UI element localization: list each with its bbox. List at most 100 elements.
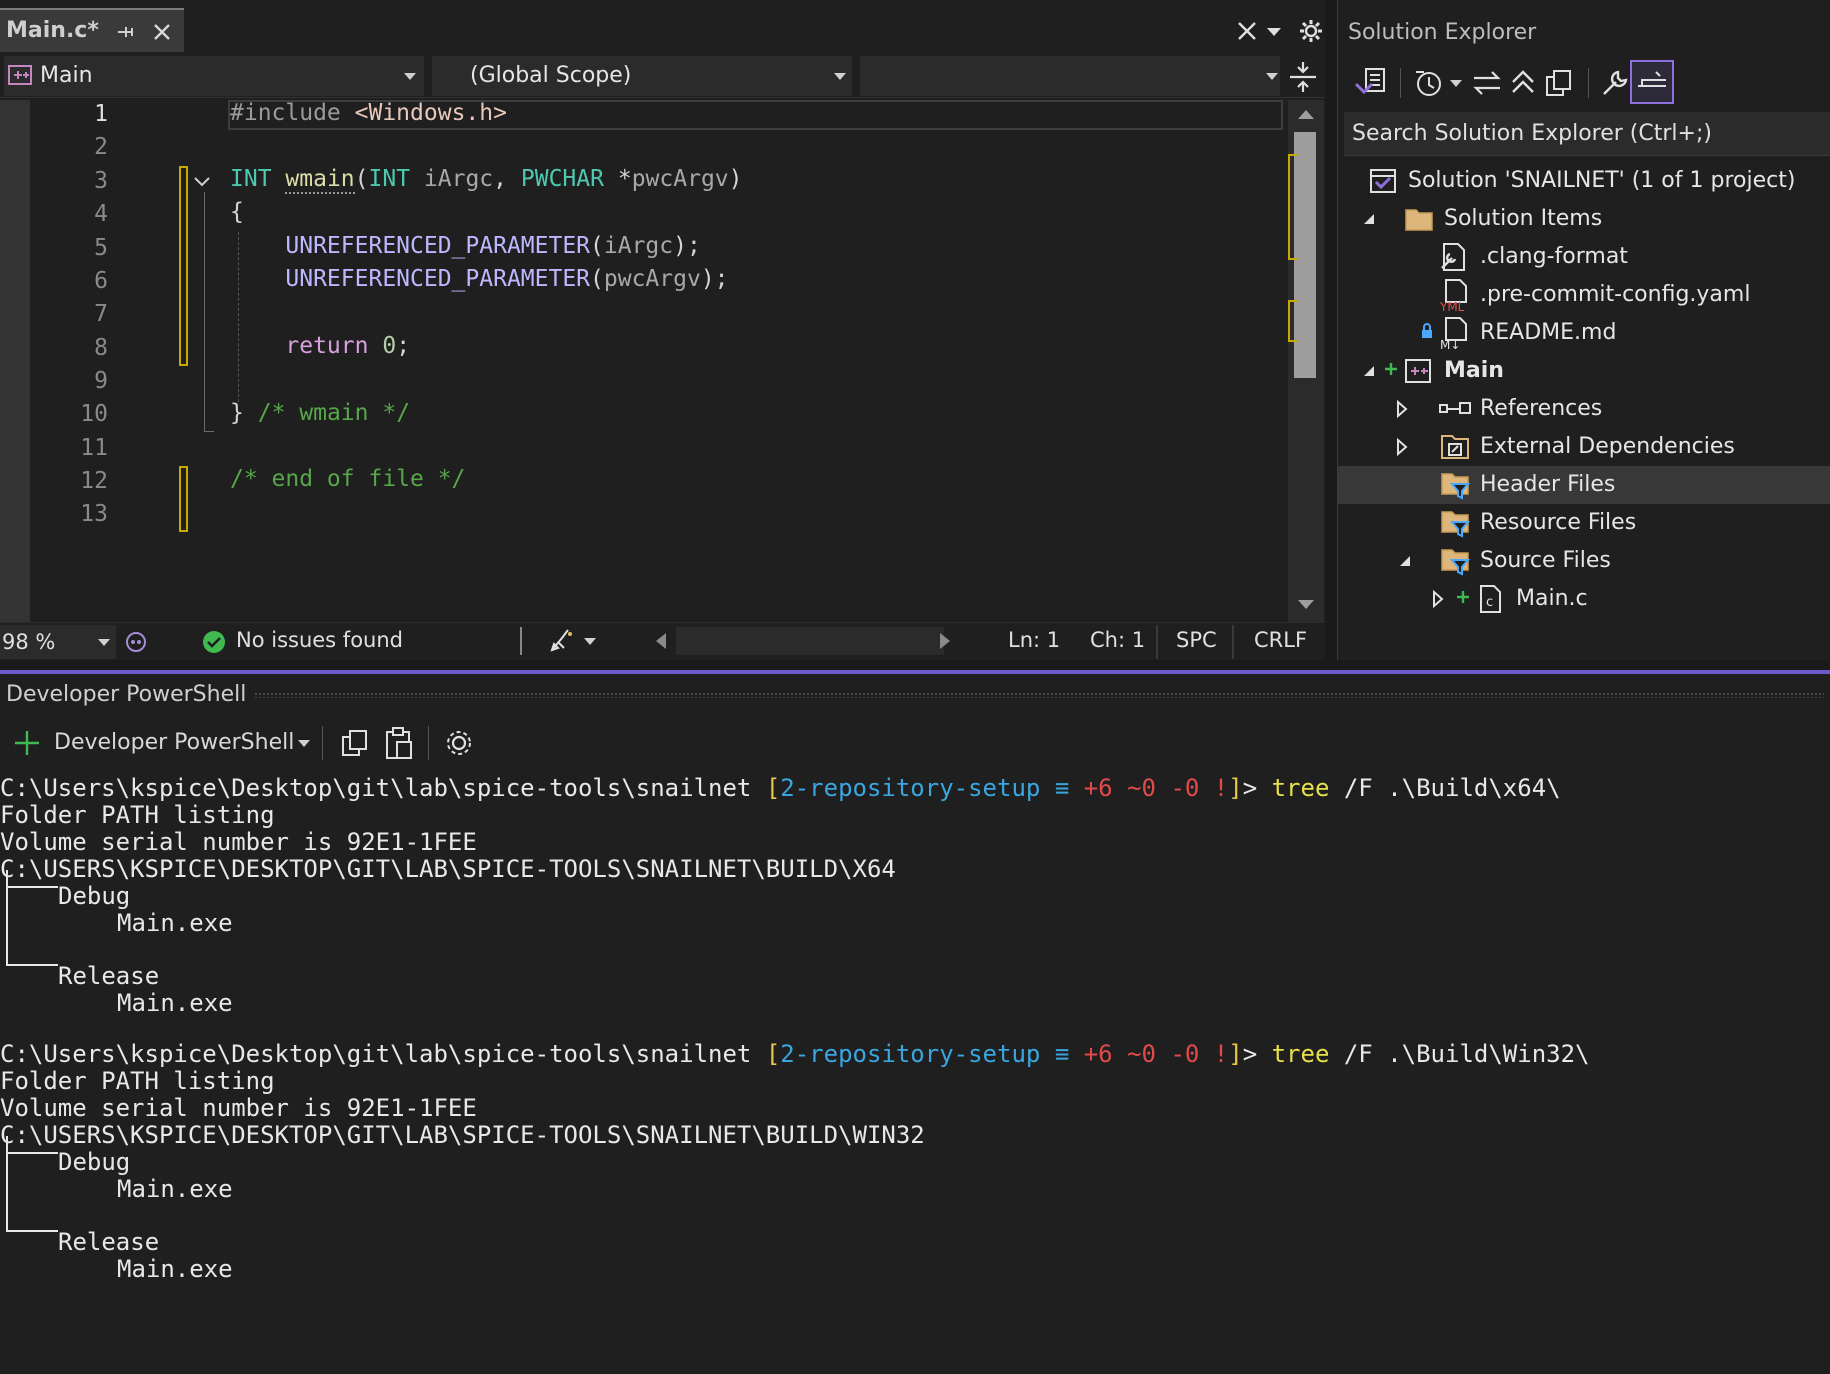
code-line-6[interactable]: UNREFERENCED_PARAMETER(pwcArgv); xyxy=(230,266,728,292)
project-dropdown[interactable]: Main xyxy=(4,56,424,96)
macro-token: UNREFERENCED_PARAMETER xyxy=(285,266,591,292)
output-line: Main.exe xyxy=(117,909,233,937)
sync-with-active-document-icon[interactable] xyxy=(1472,70,1502,96)
code-line-3[interactable]: INT wmain(INT iArgc, PWCHAR *pwcArgv) xyxy=(230,166,743,194)
panel-divider[interactable] xyxy=(0,660,1830,670)
solution-search-input[interactable]: Search Solution Explorer (Ctrl+;) xyxy=(1344,112,1830,156)
issues-status[interactable]: No issues found xyxy=(236,628,403,652)
show-all-files-icon[interactable] xyxy=(1544,68,1574,98)
line-ending-indicator[interactable]: CRLF xyxy=(1254,628,1307,652)
punct: , xyxy=(493,166,508,192)
close-tab-icon[interactable] xyxy=(152,22,172,42)
split-editor-icon[interactable] xyxy=(1290,62,1316,92)
scope-dropdown[interactable]: (Global Scope) xyxy=(432,56,852,96)
prompt-path: C:\Users\kspice\Desktop\git\lab\spice-to… xyxy=(0,1040,752,1068)
chevron-down-icon xyxy=(834,73,846,81)
tree-item-pre-commit-config[interactable]: YML .pre-commit-config.yaml xyxy=(1338,276,1830,314)
cleanup-brush-icon[interactable] xyxy=(548,628,576,654)
tree-item-header-files[interactable]: Header Files xyxy=(1338,466,1830,504)
chevron-down-icon[interactable] xyxy=(298,740,310,748)
tree-item-solution-items[interactable]: Solution Items xyxy=(1338,200,1830,238)
punct: ( xyxy=(590,233,604,259)
add-terminal-plus-icon[interactable] xyxy=(14,730,40,756)
markdown-file-icon: M↓ xyxy=(1440,316,1472,350)
git-modified: ~0 xyxy=(1127,1040,1156,1068)
line-number: 9 xyxy=(94,368,108,394)
tab-main-c[interactable]: Main.c* xyxy=(0,8,184,52)
scroll-up-arrow[interactable] xyxy=(1298,110,1314,119)
tree-item-external-dependencies[interactable]: External Dependencies xyxy=(1338,428,1830,466)
divider xyxy=(520,627,522,655)
code-line-8[interactable]: return 0; xyxy=(230,333,410,359)
output-line: Main.exe xyxy=(117,1175,233,1203)
code-line-10[interactable]: } /* wmain */ xyxy=(230,400,410,426)
zoom-dropdown[interactable]: 98 % xyxy=(0,625,116,659)
gear-icon[interactable] xyxy=(1300,20,1322,42)
pin-icon[interactable] xyxy=(116,23,134,41)
preview-selected-items-button[interactable] xyxy=(1630,60,1674,104)
scrollbar-thumb[interactable] xyxy=(1294,132,1316,378)
type-token: INT xyxy=(368,166,411,192)
tree-item-readme[interactable]: M↓ README.md xyxy=(1338,314,1830,352)
properties-wrench-icon[interactable] xyxy=(1600,68,1630,98)
tree-item-solution[interactable]: Solution 'SNAILNET' (1 of 1 project) xyxy=(1338,162,1830,200)
scroll-left-arrow[interactable] xyxy=(656,633,666,649)
line-indicator[interactable]: Ln: 1 xyxy=(1008,628,1060,652)
tree-item-clang-format[interactable]: .clang-format xyxy=(1338,238,1830,276)
tree-connector xyxy=(6,1152,58,1154)
git-added: +6 xyxy=(1083,1040,1113,1068)
tree-item-references[interactable]: References xyxy=(1338,390,1830,428)
copilot-icon[interactable] xyxy=(124,630,148,654)
output-line: Debug xyxy=(58,1148,131,1176)
code-line-1[interactable]: #include <Windows.h> xyxy=(230,100,507,126)
divider xyxy=(1400,68,1401,98)
code-line-5[interactable]: UNREFERENCED_PARAMETER(iArgc); xyxy=(230,233,701,259)
line-number: 10 xyxy=(80,401,108,427)
output-line: Folder PATH listing xyxy=(0,801,275,829)
tree-item-main-c[interactable]: c Main.c xyxy=(1338,580,1830,618)
collapse-all-icon[interactable] xyxy=(1510,68,1536,96)
whitespace-indicator[interactable]: SPC xyxy=(1176,628,1217,652)
git-dirty: ! xyxy=(1213,1040,1229,1068)
chevron-down-icon[interactable] xyxy=(584,638,596,646)
editor-status-bar: 98 % No issues found Ln: 1 Ch: 1 SPC CRL… xyxy=(0,622,1325,660)
terminal-profile-dropdown[interactable]: Developer PowerShell xyxy=(54,730,294,755)
settings-gear-icon[interactable] xyxy=(444,728,474,758)
paste-icon[interactable] xyxy=(384,726,414,760)
column-indicator[interactable]: Ch: 1 xyxy=(1090,628,1145,652)
collapse-icon[interactable] xyxy=(194,176,210,188)
expanded-arrow-icon xyxy=(1362,212,1376,226)
scroll-down-arrow[interactable] xyxy=(1298,600,1314,609)
code-line-4[interactable]: { xyxy=(230,199,244,225)
tree-item-project-main[interactable]: Main xyxy=(1338,352,1830,390)
pending-changes-filter-icon[interactable] xyxy=(1414,68,1444,98)
punct: ) xyxy=(728,166,743,192)
expanded-arrow-icon xyxy=(1362,364,1376,378)
tab-list-dropdown-icon[interactable] xyxy=(1267,28,1281,37)
scroll-marker xyxy=(1288,154,1297,260)
tree-item-label: Solution 'SNAILNET' (1 of 1 project) xyxy=(1408,168,1796,193)
chevron-down-icon[interactable] xyxy=(1450,80,1462,88)
output-line: C:\USERS\KSPICE\DESKTOP\GIT\LAB\SPICE-TO… xyxy=(0,1121,925,1149)
tree-item-label: .clang-format xyxy=(1480,244,1628,269)
output-line: Main.exe xyxy=(117,1255,233,1283)
code-line-12[interactable]: /* end of file */ xyxy=(230,466,465,492)
tree-item-resource-files[interactable]: Resource Files xyxy=(1338,504,1830,542)
punct: ); xyxy=(673,233,701,259)
member-dropdown[interactable] xyxy=(860,56,1280,96)
tree-item-source-files[interactable]: Source Files xyxy=(1338,542,1830,580)
parameter-token: iArgc xyxy=(603,233,674,259)
horizontal-scrollbar[interactable] xyxy=(676,627,944,655)
switch-views-icon[interactable] xyxy=(1354,66,1388,98)
change-marker xyxy=(179,466,188,532)
svg-text:M↓: M↓ xyxy=(1440,338,1460,350)
pane-splitter[interactable] xyxy=(1325,0,1337,660)
tree-item-label: Solution Items xyxy=(1444,206,1603,231)
close-all-icon[interactable] xyxy=(1237,21,1257,41)
scroll-right-arrow[interactable] xyxy=(940,633,950,649)
collapsed-arrow-icon xyxy=(1396,400,1408,418)
output-line: Release xyxy=(58,962,160,990)
git-branch: 2-repository-setup xyxy=(780,1040,1041,1068)
copy-icon[interactable] xyxy=(340,728,370,758)
vertical-scrollbar[interactable] xyxy=(1288,100,1324,622)
